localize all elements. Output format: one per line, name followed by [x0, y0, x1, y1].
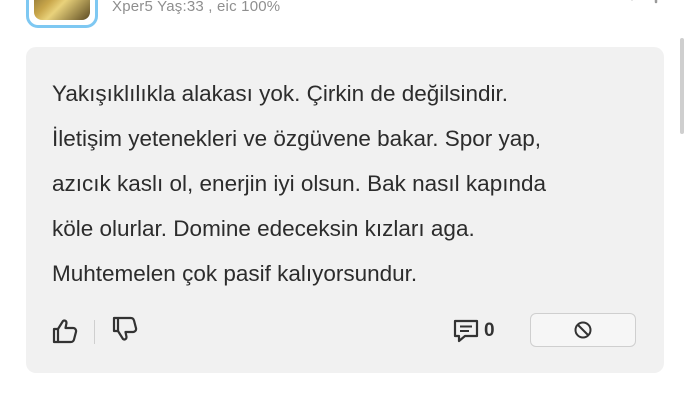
thumbs-up-icon: [52, 319, 78, 344]
comment-text: Yakışıklılıkla alakası yok. Çirkin de de…: [52, 71, 642, 296]
comments-button[interactable]: 0: [452, 315, 500, 347]
comment-line: İletişim yetenekleri ve özgüvene bakar. …: [52, 126, 542, 151]
thumbs-down-icon: [112, 316, 138, 341]
avatar-image: [34, 0, 90, 20]
report-button[interactable]: [530, 313, 636, 347]
dislike-button[interactable]: [108, 313, 142, 345]
comment-icon: [453, 319, 479, 343]
scrollbar[interactable]: [680, 38, 684, 134]
comment-line: Yakışıklılıkla alakası yok. Çirkin de de…: [52, 81, 509, 106]
divider: [94, 320, 95, 344]
block-icon: [574, 321, 592, 339]
action-bar: 0: [26, 311, 664, 351]
comment-line: Muhtemelen çok pasif kalıyorsundur.: [52, 261, 418, 286]
comment-line: köle olurlar. Domine edeceksin kızları a…: [52, 216, 475, 241]
chevron-down-icon[interactable]: [620, 0, 660, 4]
comment-count: 0: [484, 320, 495, 341]
comment-line: azıcık kaslı ol, enerjin iyi olsun. Bak …: [52, 171, 547, 196]
author-avatar[interactable]: [26, 0, 98, 28]
author-meta: Xper5 Yaş:33 , eic 100%: [112, 0, 281, 15]
comment-card: Yakışıklılıkla alakası yok. Çirkin de de…: [26, 47, 664, 373]
like-button[interactable]: [48, 315, 82, 347]
